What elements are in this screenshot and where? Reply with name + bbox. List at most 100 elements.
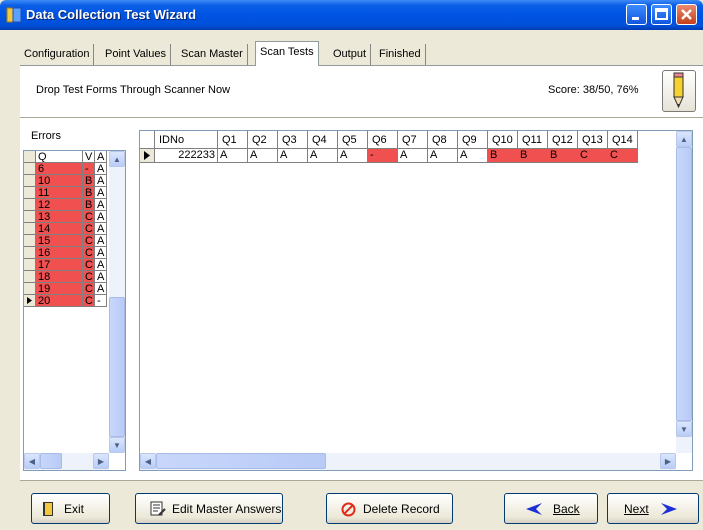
grid-cell-q4[interactable]: A [308, 149, 338, 163]
grid-hscroll-thumb[interactable] [156, 453, 326, 469]
grid-header-q3[interactable]: Q3 [278, 131, 308, 149]
errors-cell-a[interactable]: A [95, 187, 107, 199]
grid-current-row-header[interactable] [140, 149, 155, 163]
scroll-left-arrow-icon[interactable]: ◀ [140, 453, 156, 469]
errors-cell-q[interactable]: 15 [36, 235, 83, 247]
grid-header-q5[interactable]: Q5 [338, 131, 368, 149]
errors-cell-v[interactable]: B [83, 187, 95, 199]
scroll-right-arrow-icon[interactable]: ▶ [93, 453, 109, 469]
errors-vertical-scrollbar[interactable]: ▲ ▼ [109, 151, 125, 453]
errors-cell-a[interactable]: A [95, 163, 107, 175]
errors-cell-v[interactable]: C [83, 223, 95, 235]
scroll-left-arrow-icon[interactable]: ◀ [24, 453, 40, 469]
errors-current-row-header[interactable] [24, 295, 36, 307]
errors-cell-v[interactable]: C [83, 271, 95, 283]
tab-configuration[interactable]: Configuration [20, 44, 95, 66]
errors-header-a[interactable]: A [95, 151, 107, 163]
exit-button[interactable]: Exit [31, 493, 110, 524]
errors-cell-v[interactable]: C [83, 259, 95, 271]
scroll-up-arrow-icon[interactable]: ▲ [109, 151, 125, 167]
errors-cell-v[interactable]: B [83, 175, 95, 187]
scroll-down-arrow-icon[interactable]: ▼ [676, 421, 692, 437]
grid-cell-idno[interactable]: 222233 [155, 149, 218, 163]
errors-cell-q[interactable]: 14 [36, 223, 83, 235]
grid-cell-q2[interactable]: A [248, 149, 278, 163]
grid-cell-q10[interactable]: B [488, 149, 518, 163]
tab-scan-master[interactable]: Scan Master [177, 44, 248, 66]
errors-row-header[interactable] [24, 211, 36, 223]
errors-header-q[interactable]: Q [36, 151, 83, 163]
scroll-down-arrow-icon[interactable]: ▼ [109, 437, 125, 453]
grid-header-q6[interactable]: Q6 [368, 131, 398, 149]
grid-header-q9[interactable]: Q9 [458, 131, 488, 149]
errors-cell-v[interactable]: - [83, 163, 95, 175]
grid-cell-q8[interactable]: A [428, 149, 458, 163]
errors-cell-a[interactable]: A [95, 235, 107, 247]
grid-header-q13[interactable]: Q13 [578, 131, 608, 149]
close-button[interactable] [676, 4, 697, 25]
errors-row-header[interactable] [24, 247, 36, 259]
grid-cell-q7[interactable]: A [398, 149, 428, 163]
errors-cell-a[interactable]: A [95, 223, 107, 235]
grid-header-q11[interactable]: Q11 [518, 131, 548, 149]
errors-header-v[interactable]: V [83, 151, 95, 163]
errors-row-header[interactable] [24, 283, 36, 295]
errors-horizontal-scrollbar[interactable]: ◀ ▶ [24, 453, 109, 470]
edit-master-answers-button[interactable]: Edit Master Answers [135, 493, 283, 524]
delete-record-button[interactable]: Delete Record [326, 493, 453, 524]
errors-cell-a[interactable]: A [95, 247, 107, 259]
errors-scroll-thumb[interactable] [109, 297, 125, 437]
errors-row-header[interactable] [24, 223, 36, 235]
errors-cell-q[interactable]: 20 [36, 295, 83, 307]
scroll-up-arrow-icon[interactable]: ▲ [676, 131, 692, 147]
grid-cell-q14[interactable]: C [608, 149, 638, 163]
grid-cell-q1[interactable]: A [218, 149, 248, 163]
grid-cell-q13[interactable]: C [578, 149, 608, 163]
title-bar[interactable]: Data Collection Test Wizard [0, 0, 703, 30]
grid-header-idno[interactable]: IDNo [155, 131, 218, 149]
errors-hscroll-thumb[interactable] [40, 453, 62, 469]
errors-row-header[interactable] [24, 271, 36, 283]
next-button[interactable]: Next [607, 493, 699, 524]
errors-cell-q[interactable]: 6 [36, 163, 83, 175]
errors-cell-v[interactable]: C [83, 295, 95, 307]
grid-header-q1[interactable]: Q1 [218, 131, 248, 149]
errors-cell-v[interactable]: C [83, 235, 95, 247]
grid-header-q4[interactable]: Q4 [308, 131, 338, 149]
errors-cell-q[interactable]: 16 [36, 247, 83, 259]
grid-cell-q5[interactable]: A [338, 149, 368, 163]
pencil-button[interactable] [662, 70, 696, 112]
errors-cell-a[interactable]: - [95, 295, 107, 307]
errors-row-header[interactable] [24, 187, 36, 199]
errors-cell-q[interactable]: 18 [36, 271, 83, 283]
back-button[interactable]: Back [504, 493, 598, 524]
errors-cell-a[interactable]: A [95, 211, 107, 223]
errors-row-header[interactable] [24, 259, 36, 271]
errors-cell-q[interactable]: 13 [36, 211, 83, 223]
errors-cell-a[interactable]: A [95, 259, 107, 271]
errors-cell-q[interactable]: 17 [36, 259, 83, 271]
errors-row-header[interactable] [24, 235, 36, 247]
minimize-button[interactable] [626, 4, 647, 25]
errors-cell-v[interactable]: C [83, 283, 95, 295]
grid-header-q10[interactable]: Q10 [488, 131, 518, 149]
tab-scan-tests[interactable]: Scan Tests [255, 41, 319, 66]
tab-output[interactable]: Output [329, 44, 372, 66]
errors-cell-v[interactable]: B [83, 199, 95, 211]
tab-point-values[interactable]: Point Values [101, 44, 171, 66]
grid-header-q7[interactable]: Q7 [398, 131, 428, 149]
grid-cell-q12[interactable]: B [548, 149, 578, 163]
errors-cell-q[interactable]: 11 [36, 187, 83, 199]
grid-header-q12[interactable]: Q12 [548, 131, 578, 149]
grid-header-q2[interactable]: Q2 [248, 131, 278, 149]
scroll-right-arrow-icon[interactable]: ▶ [660, 453, 676, 469]
errors-cell-v[interactable]: C [83, 211, 95, 223]
grid-horizontal-scrollbar[interactable]: ◀ ▶ [140, 453, 676, 470]
errors-row-header[interactable] [24, 163, 36, 175]
errors-row-header[interactable] [24, 175, 36, 187]
scan-results-grid[interactable]: IDNo Q1 Q2 Q3 Q4 Q5 Q6 Q7 Q8 Q9 Q10 Q11 … [139, 130, 693, 471]
maximize-button[interactable] [651, 4, 672, 25]
grid-header-q8[interactable]: Q8 [428, 131, 458, 149]
errors-row-header[interactable] [24, 199, 36, 211]
errors-cell-q[interactable]: 10 [36, 175, 83, 187]
